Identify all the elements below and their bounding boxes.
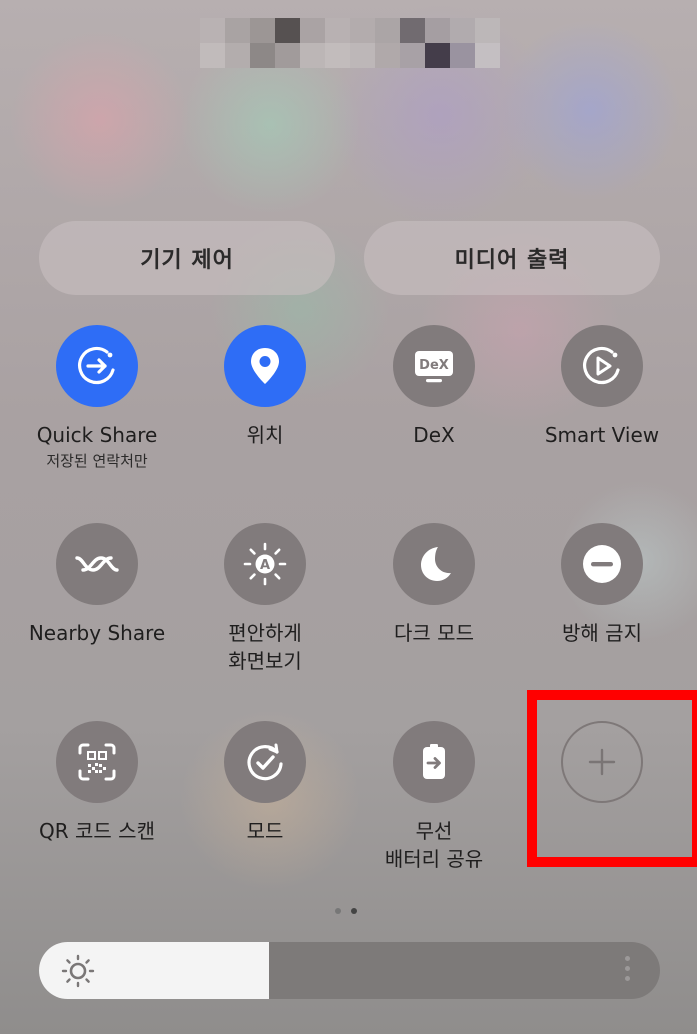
tile-label: 모드 [246,819,284,843]
modes-icon [247,743,283,781]
location-toggle[interactable] [224,325,306,407]
tile-modes[interactable]: 모드 [181,721,349,845]
brightness-more-options-icon[interactable] [625,956,630,981]
tile-nearby-share[interactable]: Nearby Share [13,523,181,647]
location-pin-icon [251,348,279,384]
nearby-share-icon [75,556,119,572]
dex-icon: DeX [415,351,453,383]
quick-share-toggle[interactable] [56,325,138,407]
eye-comfort-icon: A [243,542,287,586]
tile-label: 편안하게 화면보기 [181,619,349,675]
tile-label: Quick Share [36,423,158,447]
brightness-slider[interactable] [39,942,660,999]
qr-scan-toggle[interactable] [56,721,138,803]
tile-label: Smart View [544,423,660,447]
tile-label: 방해 금지 [562,621,642,645]
wireless-battery-share-toggle[interactable] [393,721,475,803]
quick-share-icon [78,346,115,385]
modes-toggle[interactable] [224,721,306,803]
media-output-button[interactable]: 미디어 출력 [364,221,660,295]
page-dot-active [351,908,357,914]
do-not-disturb-toggle[interactable] [561,523,643,605]
tile-label: 다크 모드 [394,621,474,645]
eye-comfort-icon-text: A [260,558,270,573]
dark-mode-toggle[interactable] [393,523,475,605]
tile-label-line2: 배터리 공유 [384,847,484,871]
tile-label: 무선 배터리 공유 [350,817,518,873]
dex-toggle[interactable]: DeX [393,325,475,407]
tile-quick-share[interactable]: Quick Share 저장된 연락처만 [13,325,181,471]
tile-label: Nearby Share [28,621,166,645]
tile-label-line1: 편안하게 [228,621,302,645]
background [0,0,697,1034]
moon-icon [421,547,451,581]
tile-wireless-battery-share[interactable]: 무선 배터리 공유 [350,721,518,873]
tile-eye-comfort[interactable]: A 편안하게 화면보기 [181,523,349,675]
tile-qr-scan[interactable]: QR 코드 스캔 [13,721,181,845]
device-control-label: 기기 제어 [140,248,234,273]
device-control-button[interactable]: 기기 제어 [39,221,335,295]
blurred-status-area [200,18,500,68]
wireless-battery-share-icon [423,744,445,779]
qr-scan-icon [78,743,116,781]
page-dot [335,908,341,914]
smart-view-toggle[interactable] [561,325,643,407]
nearby-share-toggle[interactable] [56,523,138,605]
tile-label-line1: 무선 [415,819,453,843]
tile-dex[interactable]: DeX DeX [350,325,518,449]
tile-sublabel: 저장된 연락처만 [46,452,148,470]
smart-view-icon [583,346,620,385]
media-output-label: 미디어 출력 [454,248,570,273]
tile-label: QR 코드 스캔 [39,819,155,843]
tile-label: 위치 [246,423,284,447]
tile-do-not-disturb[interactable]: 방해 금지 [518,523,686,647]
page-indicator [335,908,357,914]
tile-location[interactable]: 위치 [181,325,349,449]
do-not-disturb-icon [583,545,621,583]
tile-label-line2: 화면보기 [228,649,302,673]
tile-dark-mode[interactable]: 다크 모드 [350,523,518,647]
dex-icon-text: DeX [419,358,449,373]
sun-icon [61,954,95,988]
tile-label: DeX [413,423,455,447]
eye-comfort-toggle[interactable]: A [224,523,306,605]
highlight-box [527,690,697,867]
tile-smart-view[interactable]: Smart View [518,325,686,449]
